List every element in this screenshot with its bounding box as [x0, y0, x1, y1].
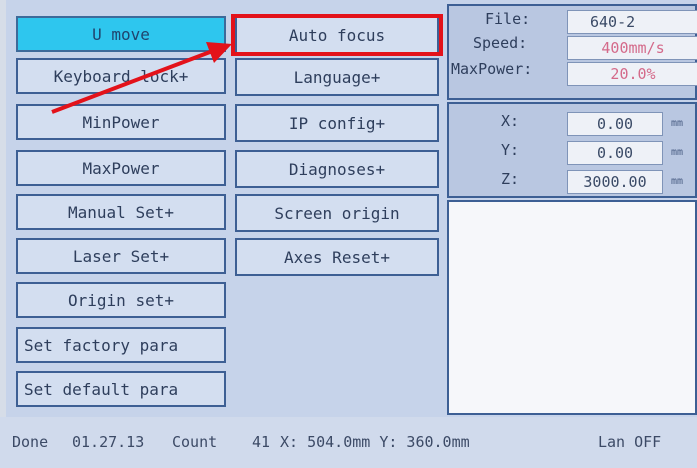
y-label: Y: — [501, 141, 520, 159]
laser-set-button[interactable]: Laser Set+ — [16, 238, 226, 274]
file-info-panel: File: Speed: MaxPower: 640-2 400mm/s 20.… — [447, 4, 697, 100]
speed-label: Speed: — [473, 34, 528, 52]
speed-value: 400mm/s — [567, 36, 697, 60]
status-count-value: 41 — [252, 433, 271, 451]
highlight-box — [231, 14, 443, 56]
preview-area — [447, 200, 697, 415]
screen-origin-button[interactable]: Screen origin — [235, 194, 439, 232]
ip-config-button[interactable]: IP config+ — [235, 104, 439, 142]
status-position: X: 504.0mm Y: 360.0mm — [280, 433, 470, 451]
status-count-label: Count — [172, 433, 218, 451]
y-unit: mm — [671, 147, 684, 158]
file-value: 640-2 — [567, 10, 697, 34]
manual-set-button[interactable]: Manual Set+ — [16, 194, 226, 230]
x-value: 0.00 — [567, 112, 663, 136]
keyboard-lock-button[interactable]: Keyboard lock+ — [16, 58, 226, 94]
file-label: File: — [485, 10, 531, 28]
min-power-button[interactable]: MinPower — [16, 104, 226, 140]
z-label: Z: — [501, 170, 520, 188]
y-value: 0.00 — [567, 141, 663, 165]
coordinates-panel: X: Y: Z: 0.00 0.00 3000.00 mm mm mm — [447, 102, 697, 198]
axes-reset-button[interactable]: Axes Reset+ — [235, 238, 439, 276]
set-factory-para-button[interactable]: Set factory para — [16, 327, 226, 363]
laser-controller-screen: U move Keyboard lock+ MinPower MaxPower … — [6, 0, 697, 468]
u-move-button[interactable]: U move — [16, 16, 226, 52]
status-file-date: 01.27.13 — [72, 433, 145, 451]
z-value: 3000.00 — [567, 170, 663, 194]
status-state: Done — [12, 433, 49, 451]
z-unit: mm — [671, 176, 684, 187]
max-power-button[interactable]: MaxPower — [16, 150, 226, 186]
origin-set-button[interactable]: Origin set+ — [16, 282, 226, 318]
set-default-para-button[interactable]: Set default para — [16, 371, 226, 407]
status-bar: Done 01.27.13 Count 41 X: 504.0mm Y: 360… — [0, 417, 697, 468]
maxpower-label: MaxPower: — [451, 60, 533, 78]
maxpower-value: 20.0% — [567, 62, 697, 86]
language-button[interactable]: Language+ — [235, 58, 439, 96]
status-lan: Lan OFF — [598, 433, 662, 451]
x-unit: mm — [671, 118, 684, 129]
diagnoses-button[interactable]: Diagnoses+ — [235, 150, 439, 188]
x-label: X: — [501, 112, 520, 130]
